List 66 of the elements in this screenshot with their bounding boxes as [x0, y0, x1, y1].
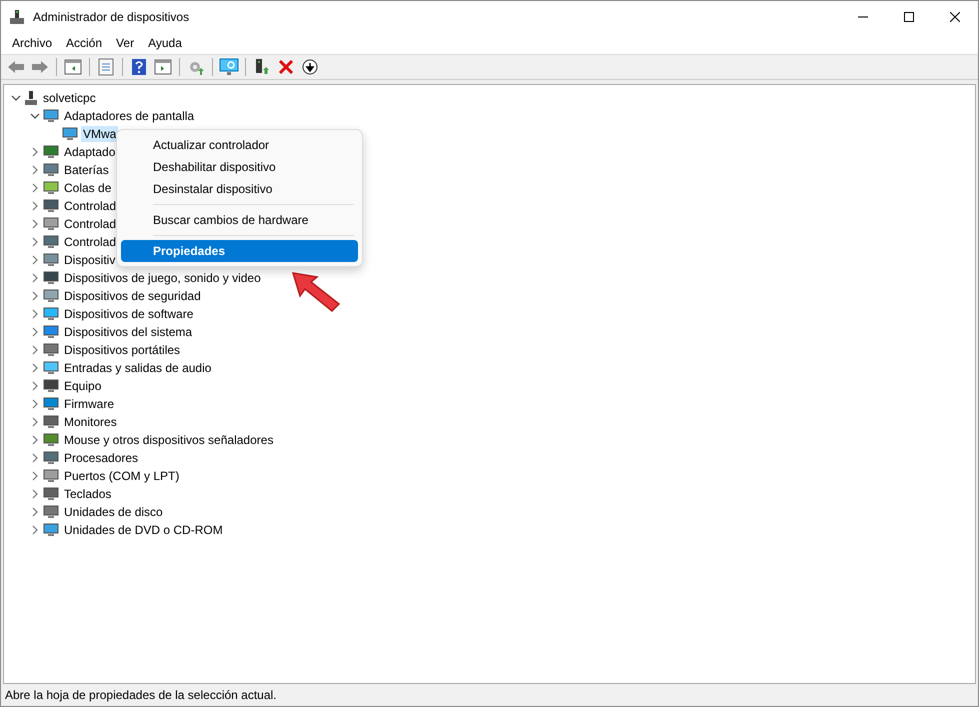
device-icon: [43, 199, 59, 213]
context-menu-item[interactable]: Propiedades: [121, 240, 358, 262]
tree-item[interactable]: Monitores: [62, 414, 119, 430]
device-icon: [43, 487, 59, 501]
tree-item[interactable]: Unidades de disco: [62, 504, 165, 520]
tree-item[interactable]: Procesadores: [62, 450, 140, 466]
device-icon: [43, 271, 59, 285]
device-icon: [43, 469, 59, 483]
device-icon: [43, 415, 59, 429]
menu-item[interactable]: Ayuda: [141, 34, 189, 52]
tree-item[interactable]: Dispositivos de seguridad: [62, 288, 203, 304]
tree-item[interactable]: Teclados: [62, 486, 114, 502]
tree-item[interactable]: Puertos (COM y LPT): [62, 468, 182, 484]
tree-item[interactable]: Firmware: [62, 396, 116, 412]
tree-item[interactable]: Adaptadores de pantalla: [62, 108, 196, 124]
menu-item[interactable]: Archivo: [5, 34, 60, 52]
tree-item[interactable]: Dispositivos portátiles: [62, 342, 182, 358]
device-icon: [43, 181, 59, 195]
device-icon: [43, 343, 59, 357]
device-icon: [43, 397, 59, 411]
context-menu-item[interactable]: Actualizar controlador: [121, 134, 358, 156]
device-icon: [43, 253, 59, 267]
device-icon: [43, 433, 59, 447]
tree-item[interactable]: Unidades de DVD o CD-ROM: [62, 522, 225, 538]
device-icon: [43, 325, 59, 339]
tree-item[interactable]: Dispositivos del sistema: [62, 324, 194, 340]
tree-item[interactable]: Dispositivos de juego, sonido y video: [62, 270, 263, 286]
tree-item[interactable]: Dispositiv: [62, 252, 118, 268]
device-icon: [43, 361, 59, 375]
device-icon: [43, 163, 59, 177]
tree-item[interactable]: Controlad: [62, 198, 118, 214]
context-menu-item[interactable]: Deshabilitar dispositivo: [121, 156, 358, 178]
close-icon: [950, 12, 960, 22]
device-icon: [43, 289, 59, 303]
monitor-search-icon[interactable]: [218, 56, 240, 78]
tree-item[interactable]: Dispositivos de software: [62, 306, 196, 322]
menu-item[interactable]: Ver: [109, 34, 142, 52]
device-icon: [62, 127, 78, 141]
status-text: Abre la hoja de propiedades de la selección actual.: [5, 688, 277, 702]
device-icon: [43, 145, 59, 159]
tree-item[interactable]: Controlad: [62, 234, 118, 250]
computer-icon: [24, 90, 38, 106]
pointer-arrow: [291, 271, 341, 313]
context-menu-item[interactable]: Buscar cambios de hardware: [121, 209, 358, 231]
window-title: Administrador de dispositivos: [33, 10, 190, 24]
tree-item[interactable]: Mouse y otros dispositivos señaladores: [62, 432, 276, 448]
tree-item[interactable]: Adaptado: [62, 144, 118, 160]
device-icon: [43, 379, 59, 393]
tree-item[interactable]: Equipo: [62, 378, 104, 394]
device-icon: [43, 217, 59, 231]
maximize-icon: [904, 12, 914, 22]
tree-item[interactable]: Colas de: [62, 180, 114, 196]
tree-item[interactable]: Baterías: [62, 162, 111, 178]
app-icon: [9, 8, 25, 24]
menu-item[interactable]: Acción: [59, 34, 110, 52]
device-icon: [43, 235, 59, 249]
device-icon: [43, 307, 59, 321]
device-icon: [43, 109, 59, 123]
device-icon: [43, 505, 59, 519]
tree-item[interactable]: VMwa: [81, 126, 118, 142]
device-icon: [43, 451, 59, 465]
tree-item[interactable]: Entradas y salidas de audio: [62, 360, 214, 376]
device-icon: [43, 523, 59, 537]
tree-item[interactable]: Controlad: [62, 216, 118, 232]
context-menu-item[interactable]: Desinstalar dispositivo: [121, 178, 358, 200]
tree-item[interactable]: solveticpc: [41, 90, 98, 106]
